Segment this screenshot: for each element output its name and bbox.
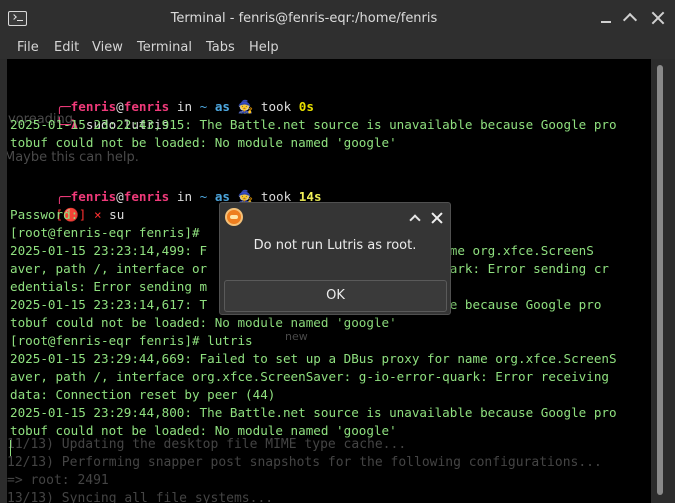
close-icon[interactable] bbox=[430, 211, 444, 225]
log-line: 2025-01-15 23:29:44,669: Failed to set u… bbox=[10, 351, 617, 366]
text-cursor bbox=[10, 440, 11, 456]
menu-help[interactable]: Help bbox=[249, 40, 279, 55]
menu-view[interactable]: View bbox=[92, 40, 123, 55]
scrollbar[interactable] bbox=[653, 59, 668, 503]
log-line: tobuf could not be loaded: No module nam… bbox=[10, 315, 397, 330]
chevron-up-icon[interactable] bbox=[408, 212, 420, 224]
maximize-icon[interactable] bbox=[622, 8, 642, 28]
password-prompt: Password: bbox=[10, 207, 79, 222]
menu-terminal[interactable]: Terminal bbox=[137, 40, 192, 55]
menu-edit[interactable]: Edit bbox=[54, 40, 79, 55]
menu-file[interactable]: File bbox=[17, 40, 39, 55]
ghost-text: => root: 2491 bbox=[7, 473, 109, 488]
menu-tabs[interactable]: Tabs bbox=[206, 40, 235, 55]
log-line: data: Connection reset by peer (44) bbox=[10, 387, 276, 402]
log-line: 2025-01-15 23:22:43,915: The Battle.net … bbox=[10, 117, 617, 132]
log-line: tobuf could not be loaded: No module nam… bbox=[10, 423, 397, 438]
log-line: edentials: Error sending m bbox=[10, 279, 208, 294]
ghost-text: Maybe this can help. bbox=[7, 150, 139, 165]
dialog-message: Do not run Lutris as root. bbox=[253, 238, 417, 253]
close-icon[interactable] bbox=[648, 8, 668, 28]
title-bar[interactable]: Terminal - fenris@fenris-eqr:/home/fenri… bbox=[0, 0, 675, 38]
root-prompt: [root@fenris-eqr fenris]# lutris bbox=[10, 333, 253, 348]
terminal-window: Terminal - fenris@fenris-eqr:/home/fenri… bbox=[0, 0, 675, 503]
log-line: tobuf could not be loaded: No module nam… bbox=[10, 135, 397, 150]
ghost-text: 13/13) Syncing all file systems... bbox=[7, 491, 274, 503]
window-title: Terminal - fenris@fenris-eqr:/home/fenri… bbox=[170, 11, 438, 26]
lutris-icon bbox=[225, 208, 243, 226]
wizard-icon: 🧙 bbox=[237, 99, 254, 114]
log-line: aver, path /, interface org.xfce.ScreenS… bbox=[10, 369, 609, 384]
log-line: 2025-01-15 23:29:44,800: The Battle.net … bbox=[10, 405, 617, 420]
root-prompt: [root@fenris-eqr fenris]# bbox=[10, 225, 200, 240]
lutris-root-warning-dialog: Do not run Lutris as root. OK bbox=[219, 202, 451, 315]
menu-bar: File Edit View Terminal Tabs Help bbox=[0, 38, 675, 59]
ghost-text: 12/13) Performing snapper post snapshots… bbox=[7, 455, 602, 470]
minimize-icon[interactable] bbox=[596, 8, 616, 28]
scrollbar-thumb[interactable] bbox=[657, 65, 663, 495]
ok-button[interactable]: OK bbox=[224, 280, 447, 312]
